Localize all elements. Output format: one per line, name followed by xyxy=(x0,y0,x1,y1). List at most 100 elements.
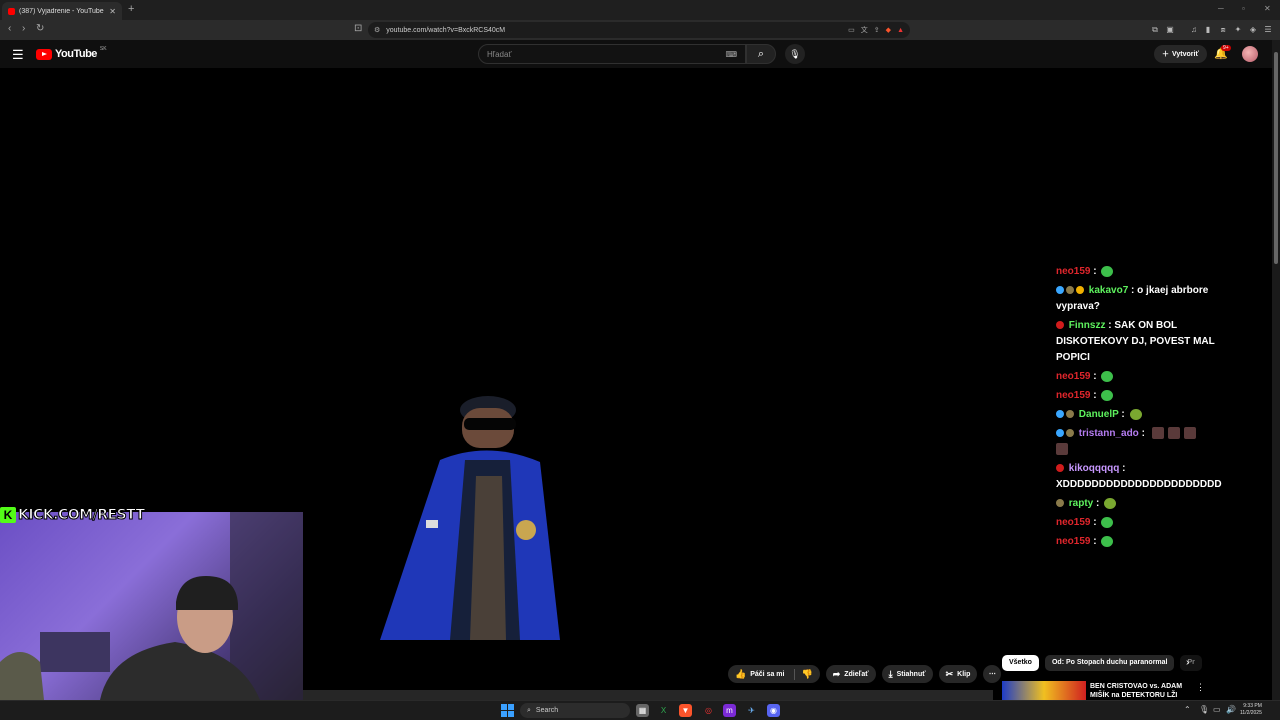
tab-title: (387) Vyjadrenie - YouTube xyxy=(19,7,104,15)
chat-line: DanuelP : xyxy=(1056,407,1236,423)
chat-username: DanuelP xyxy=(1078,409,1119,420)
green-emote-icon xyxy=(1101,516,1114,528)
purple-app-icon[interactable]: m xyxy=(723,704,736,717)
hamburger-menu-icon[interactable]: ☰ xyxy=(12,47,24,63)
download-label: Stiahnuť xyxy=(896,670,926,678)
create-button[interactable]: ＋ Vytvoriť xyxy=(1154,45,1207,63)
moon-badge-icon xyxy=(1066,410,1074,419)
chip-partial[interactable]: Pr xyxy=(1180,655,1202,671)
recommended-video[interactable]: BEN CRISTOVAO vs. ADAM MIŠÍK na DETEKTOR… xyxy=(1002,681,1212,700)
scrollbar-thumb[interactable] xyxy=(1274,52,1278,264)
extension-puzzle-icon[interactable]: ✦ xyxy=(1233,25,1243,35)
moon-badge-icon xyxy=(1056,499,1064,508)
search-icon: ⌕ xyxy=(757,48,765,60)
network-icon[interactable]: ▭ xyxy=(1213,705,1221,714)
reload-icon[interactable]: ↻ xyxy=(36,23,44,34)
bookmark-icon[interactable]: ⊡ xyxy=(354,23,362,34)
share-button[interactable]: ➦ Zdieľať xyxy=(825,665,876,683)
translate-icon[interactable]: 文 xyxy=(861,25,868,35)
windows-start-icon[interactable] xyxy=(501,704,514,717)
more-actions-button[interactable]: ⋯ xyxy=(983,665,1002,683)
tray-chevron-up-icon[interactable]: ⌃ xyxy=(1184,705,1191,714)
minimize-icon[interactable]: ─ xyxy=(1218,4,1224,13)
address-bar[interactable]: ⚙ youtube.com/watch?v=BxckRCS40cM ▭ 文 ⇪ … xyxy=(368,22,910,38)
extensions-icon[interactable]: ⧉ xyxy=(1150,25,1160,35)
back-icon[interactable]: ‹ xyxy=(8,23,11,34)
maximize-icon[interactable]: ▫ xyxy=(1242,4,1245,13)
task-view-icon[interactable]: ▦ xyxy=(636,704,649,717)
sidebar-icon[interactable]: ▮ xyxy=(1203,25,1213,35)
youtube-favicon-icon xyxy=(8,7,15,15)
brave-rewards-icon[interactable]: ▲ xyxy=(897,27,904,34)
browser-tabstrip: (387) Vyjadrenie - YouTube ✕ + ─ ▫ ✕ xyxy=(0,0,1280,20)
chat-username: kikoqqqqq xyxy=(1068,463,1120,474)
cube-badge-icon xyxy=(1056,429,1064,438)
keyboard-icon[interactable]: ⌨ xyxy=(725,50,737,59)
face-emote-icon xyxy=(1183,427,1196,440)
url-text[interactable]: youtube.com/watch?v=BxckRCS40cM xyxy=(386,27,842,34)
orb-emote-icon xyxy=(1129,408,1142,420)
chat-username: kakavo7 xyxy=(1088,285,1129,296)
green-emote-icon xyxy=(1101,370,1114,382)
recommended-video-title[interactable]: BEN CRISTOVAO vs. ADAM MIŠÍK na DETEKTOR… xyxy=(1090,682,1202,700)
search-button[interactable]: ⌕ xyxy=(746,44,776,64)
brave-shield-icon[interactable]: ◆ xyxy=(886,26,891,34)
site-info-icon[interactable]: ⚙ xyxy=(374,26,380,34)
youtube-logo[interactable]: YouTube SK xyxy=(36,46,107,60)
stream-chat-overlay: neo159 : kakavo7 : o jkaej abrbore vypra… xyxy=(1056,264,1236,553)
chevron-right-icon[interactable]: › xyxy=(1186,657,1189,668)
download-icon: ⤓ xyxy=(888,668,893,679)
share-arrow-icon: ➦ xyxy=(832,668,841,679)
download-button[interactable]: ⤓ Stiahnuť xyxy=(881,665,933,683)
microphone-tray-icon[interactable]: 🎙 xyxy=(1199,705,1209,714)
recommendation-filter-chips: Všetko Od: Po Stopach duchu paranormal P… xyxy=(1002,655,1202,671)
share-icon[interactable]: ⇪ xyxy=(874,26,880,34)
chat-line: rapty : xyxy=(1056,496,1236,512)
microphone-icon: 🎙 xyxy=(789,49,801,59)
green-emote-icon xyxy=(1101,265,1114,277)
brave-browser-icon[interactable]: ▼ xyxy=(679,704,692,717)
discord-icon[interactable]: ◉ xyxy=(767,704,780,717)
clock-time: 9:33 PM xyxy=(1243,703,1262,709)
thumbs-down-icon[interactable]: 👎 xyxy=(794,668,813,680)
music-icon[interactable]: ♫ xyxy=(1189,25,1199,35)
taskbar-clock[interactable]: 9:33 PM 11/2/2025 xyxy=(1240,703,1262,717)
notification-count-badge: 9+ xyxy=(1221,45,1231,51)
cast-icon[interactable]: ▭ xyxy=(848,26,855,34)
create-label: Vytvoriť xyxy=(1172,50,1199,58)
kick-channel-banner: K KICK.COM/RESTT xyxy=(0,505,146,525)
video-subject-figure xyxy=(380,396,560,640)
window-close-icon[interactable]: ✕ xyxy=(1264,4,1271,13)
volume-icon[interactable]: 🔊 xyxy=(1226,705,1236,714)
clip-label: Klip xyxy=(957,670,971,678)
close-tab-icon[interactable]: ✕ xyxy=(109,7,116,16)
vpn-icon[interactable]: ◈ xyxy=(1248,25,1258,35)
windows-taskbar: ⌕ Search ▦ X ▼ ◎ m ✈ ◉ ⌃ 🎙 ▭ 🔊 9:33 PM 1… xyxy=(0,700,1280,720)
clip-button[interactable]: ✂ Klip xyxy=(938,665,978,683)
search-box: ⌨ xyxy=(478,44,746,64)
wallet-icon[interactable]: ▣ xyxy=(1165,25,1175,35)
chat-line: neo159 : xyxy=(1056,515,1236,531)
tabs-icon[interactable]: ⧈ xyxy=(1218,25,1228,35)
more-vertical-icon[interactable]: ⋮ xyxy=(1196,682,1205,693)
new-tab-icon[interactable]: + xyxy=(128,3,134,15)
excel-icon[interactable]: X xyxy=(657,704,670,717)
more-horizontal-icon: ⋯ xyxy=(988,671,996,678)
menu-icon[interactable]: ☰ xyxy=(1263,25,1273,35)
voice-search-button[interactable]: 🎙 xyxy=(785,44,805,64)
chip-from-channel[interactable]: Od: Po Stopach duchu paranormal xyxy=(1044,655,1175,671)
taskbar-search[interactable]: ⌕ Search xyxy=(520,703,630,718)
forward-icon[interactable]: › xyxy=(22,23,25,34)
search-icon: ⌕ xyxy=(527,706,531,714)
steam-icon[interactable]: ✈ xyxy=(745,704,758,717)
taskbar-search-label: Search xyxy=(535,707,559,714)
browser-tab[interactable]: (387) Vyjadrenie - YouTube ✕ xyxy=(2,2,122,20)
chip-all[interactable]: Všetko xyxy=(1002,655,1039,671)
avatar[interactable] xyxy=(1242,46,1258,62)
video-thumbnail[interactable] xyxy=(1002,681,1086,700)
like-button[interactable]: 👍 Páči sa mi 👎 xyxy=(728,665,820,683)
youtube-wordmark: YouTube xyxy=(55,48,97,60)
search-input[interactable] xyxy=(487,49,726,59)
cube-badge-icon xyxy=(1056,286,1064,295)
app-icon[interactable]: ◎ xyxy=(702,704,715,717)
